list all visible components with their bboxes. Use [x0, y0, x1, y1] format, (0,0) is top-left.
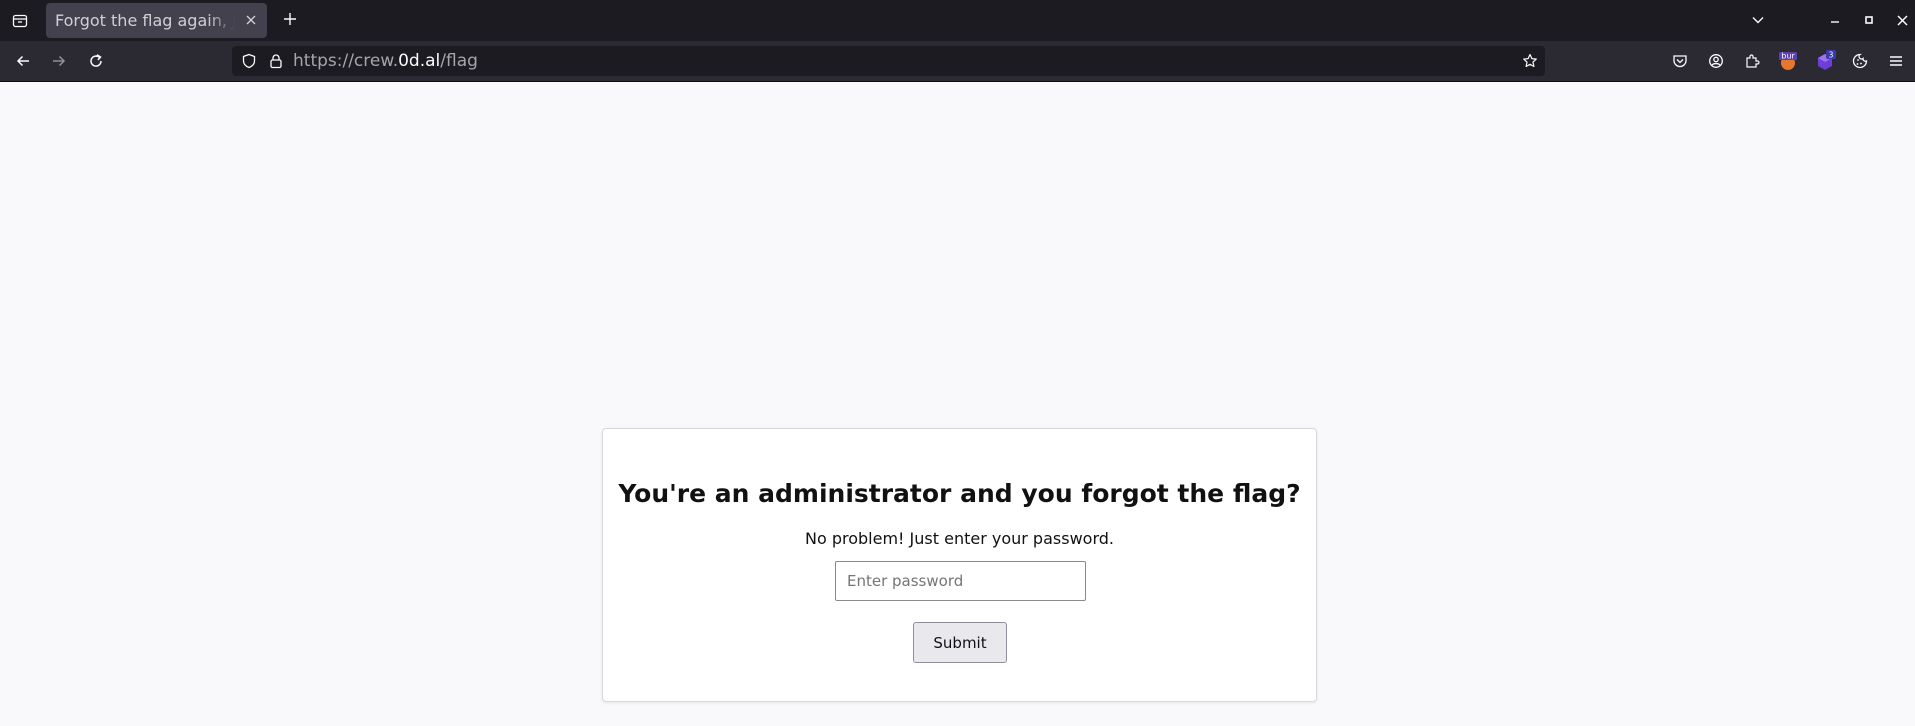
url-text[interactable]: https://crew.0d.al/flag [293, 51, 478, 71]
new-tab-plus-icon[interactable] [280, 9, 300, 29]
flag-card: You're an administrator and you forgot t… [602, 428, 1317, 702]
lock-icon[interactable] [268, 53, 284, 69]
firefox-view-icon[interactable] [10, 11, 30, 31]
hamburger-menu-icon[interactable] [1885, 50, 1907, 72]
tracking-protection-shield-icon[interactable] [241, 53, 257, 69]
burp-label: bur [1781, 52, 1795, 61]
tab-title: Forgot the flag again, Jo [55, 11, 235, 30]
burp-extension-icon[interactable]: bur [1777, 50, 1799, 72]
navigation-toolbar: https://crew.0d.al/flag bur 3 [0, 41, 1915, 82]
extensions-puzzle-icon[interactable] [1741, 50, 1763, 72]
password-input[interactable] [835, 561, 1086, 601]
chevron-down-icon[interactable] [1748, 10, 1768, 30]
account-icon[interactable] [1705, 50, 1727, 72]
url-bar[interactable]: https://crew.0d.al/flag [232, 46, 1545, 76]
back-arrow-icon[interactable] [13, 51, 33, 71]
close-icon[interactable] [243, 12, 259, 28]
url-prefix: https://crew. [293, 51, 399, 71]
page-content: You're an administrator and you forgot t… [0, 82, 1915, 726]
page-heading: You're an administrator and you forgot t… [618, 479, 1301, 508]
extension-badge-count: 3 [1829, 51, 1834, 60]
tab-active[interactable]: Forgot the flag again, Jo [46, 3, 267, 38]
page-subtext: No problem! Just enter your password. [805, 529, 1114, 548]
maximize-icon[interactable] [1859, 10, 1879, 30]
submit-button[interactable]: Submit [913, 622, 1007, 663]
cookie-extension-icon[interactable] [1849, 50, 1871, 72]
tab-strip: Forgot the flag again, Jo [0, 0, 1915, 41]
pocket-icon[interactable] [1669, 50, 1691, 72]
cube-extension-icon[interactable]: 3 [1814, 50, 1836, 72]
url-path: /flag [440, 51, 478, 71]
window-close-icon[interactable] [1892, 10, 1912, 30]
bookmark-star-icon[interactable] [1522, 53, 1538, 69]
forward-arrow-icon[interactable] [49, 51, 69, 71]
minimize-icon[interactable] [1825, 10, 1845, 30]
url-host: 0d.al [398, 51, 441, 71]
reload-icon[interactable] [86, 51, 106, 71]
